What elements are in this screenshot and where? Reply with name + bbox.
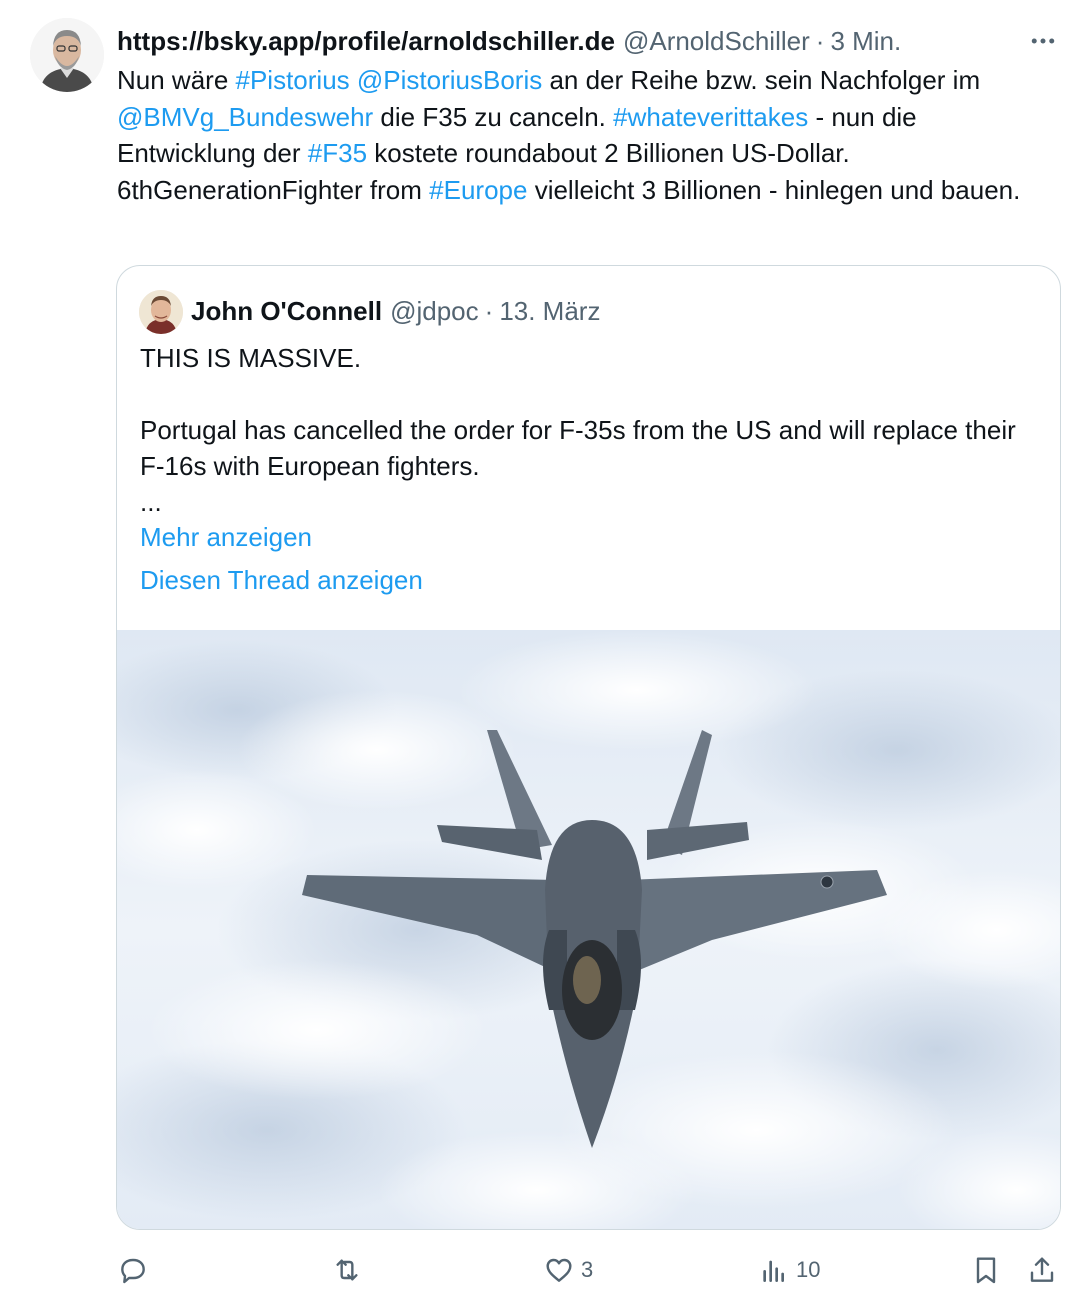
- more-options-button[interactable]: [1026, 24, 1060, 58]
- tweet-text-link[interactable]: #F35: [308, 138, 367, 168]
- tweet-text-segment: die F35 zu canceln.: [373, 101, 614, 132]
- quoted-line-1: THIS IS MASSIVE.: [140, 343, 362, 373]
- tweet-text-link[interactable]: @BMVg_Bundeswehr: [117, 102, 373, 132]
- author-avatar[interactable]: [30, 18, 104, 92]
- bookmark-icon: [976, 1257, 996, 1284]
- quoted-header: John O'Connell @jdpoc · 13. März: [191, 293, 600, 329]
- like-icon: [546, 1258, 572, 1282]
- share-button[interactable]: [1026, 1244, 1058, 1296]
- share-icon: [1030, 1257, 1054, 1282]
- views-count: 10: [796, 1257, 821, 1282]
- quoted-author-handle[interactable]: @jdpoc: [390, 296, 479, 327]
- retweet-icon: [336, 1259, 358, 1281]
- more-icon: [1031, 38, 1055, 44]
- quoted-separator-dot: ·: [484, 295, 494, 326]
- tweet-text-segment: Nun wäre: [117, 65, 236, 95]
- tweet-text-link[interactable]: #whateverittakes: [613, 102, 808, 132]
- quoted-date: 13. März: [499, 295, 601, 326]
- reply-button[interactable]: [117, 1244, 155, 1296]
- bookmark-button[interactable]: [970, 1244, 1002, 1296]
- tweet-text-segment: [350, 65, 357, 95]
- show-more-link[interactable]: Mehr anzeigen: [140, 522, 312, 553]
- quoted-text: THIS IS MASSIVE. Portugal has cancelled …: [140, 340, 1040, 520]
- tweet-text-link[interactable]: #Europe: [429, 175, 527, 205]
- views-button[interactable]: 10: [758, 1244, 820, 1296]
- tweet-text-link[interactable]: #Pistorius: [236, 65, 350, 95]
- tweet-text-link[interactable]: @PistoriusBoris: [357, 65, 542, 95]
- quoted-author-avatar[interactable]: [139, 290, 183, 334]
- like-button[interactable]: 3: [543, 1244, 593, 1296]
- quoted-avatar-image: [139, 290, 183, 334]
- retweet-button[interactable]: [331, 1244, 369, 1296]
- tweet-text: Nun wäre #Pistorius @PistoriusBoris an d…: [117, 62, 1057, 208]
- tweet-text-segment: an der Reihe bzw. sein Nachfolger im: [542, 65, 981, 95]
- like-count: 3: [581, 1257, 594, 1282]
- reply-icon: [121, 1258, 145, 1284]
- views-icon: [763, 1260, 784, 1282]
- avatar-image: [30, 18, 104, 92]
- tweet-header: https://bsky.app/profile/arnoldschiller.…: [117, 24, 1089, 58]
- show-thread-link[interactable]: Diesen Thread anzeigen: [140, 565, 423, 596]
- author-handle[interactable]: @ArnoldSchiller: [623, 26, 810, 57]
- tweet-timestamp[interactable]: 3 Min.: [830, 26, 901, 57]
- quoted-blank-line: [140, 376, 1040, 412]
- separator-dot: ·: [815, 25, 825, 56]
- tweet-text-segment: vielleicht 3 Billionen - hinlegen und ba…: [527, 174, 1021, 205]
- quoted-tweet[interactable]: John O'Connell @jdpoc · 13. März THIS IS…: [116, 265, 1061, 1230]
- quoted-ellipsis: ...: [140, 487, 162, 517]
- quoted-media-image[interactable]: [117, 630, 1060, 1229]
- quoted-line-2: Portugal has cancelled the order for F-3…: [140, 415, 1016, 481]
- quoted-author-name[interactable]: John O'Connell: [191, 296, 382, 327]
- action-bar: 3 10: [0, 1244, 1089, 1296]
- author-name[interactable]: https://bsky.app/profile/arnoldschiller.…: [117, 26, 615, 57]
